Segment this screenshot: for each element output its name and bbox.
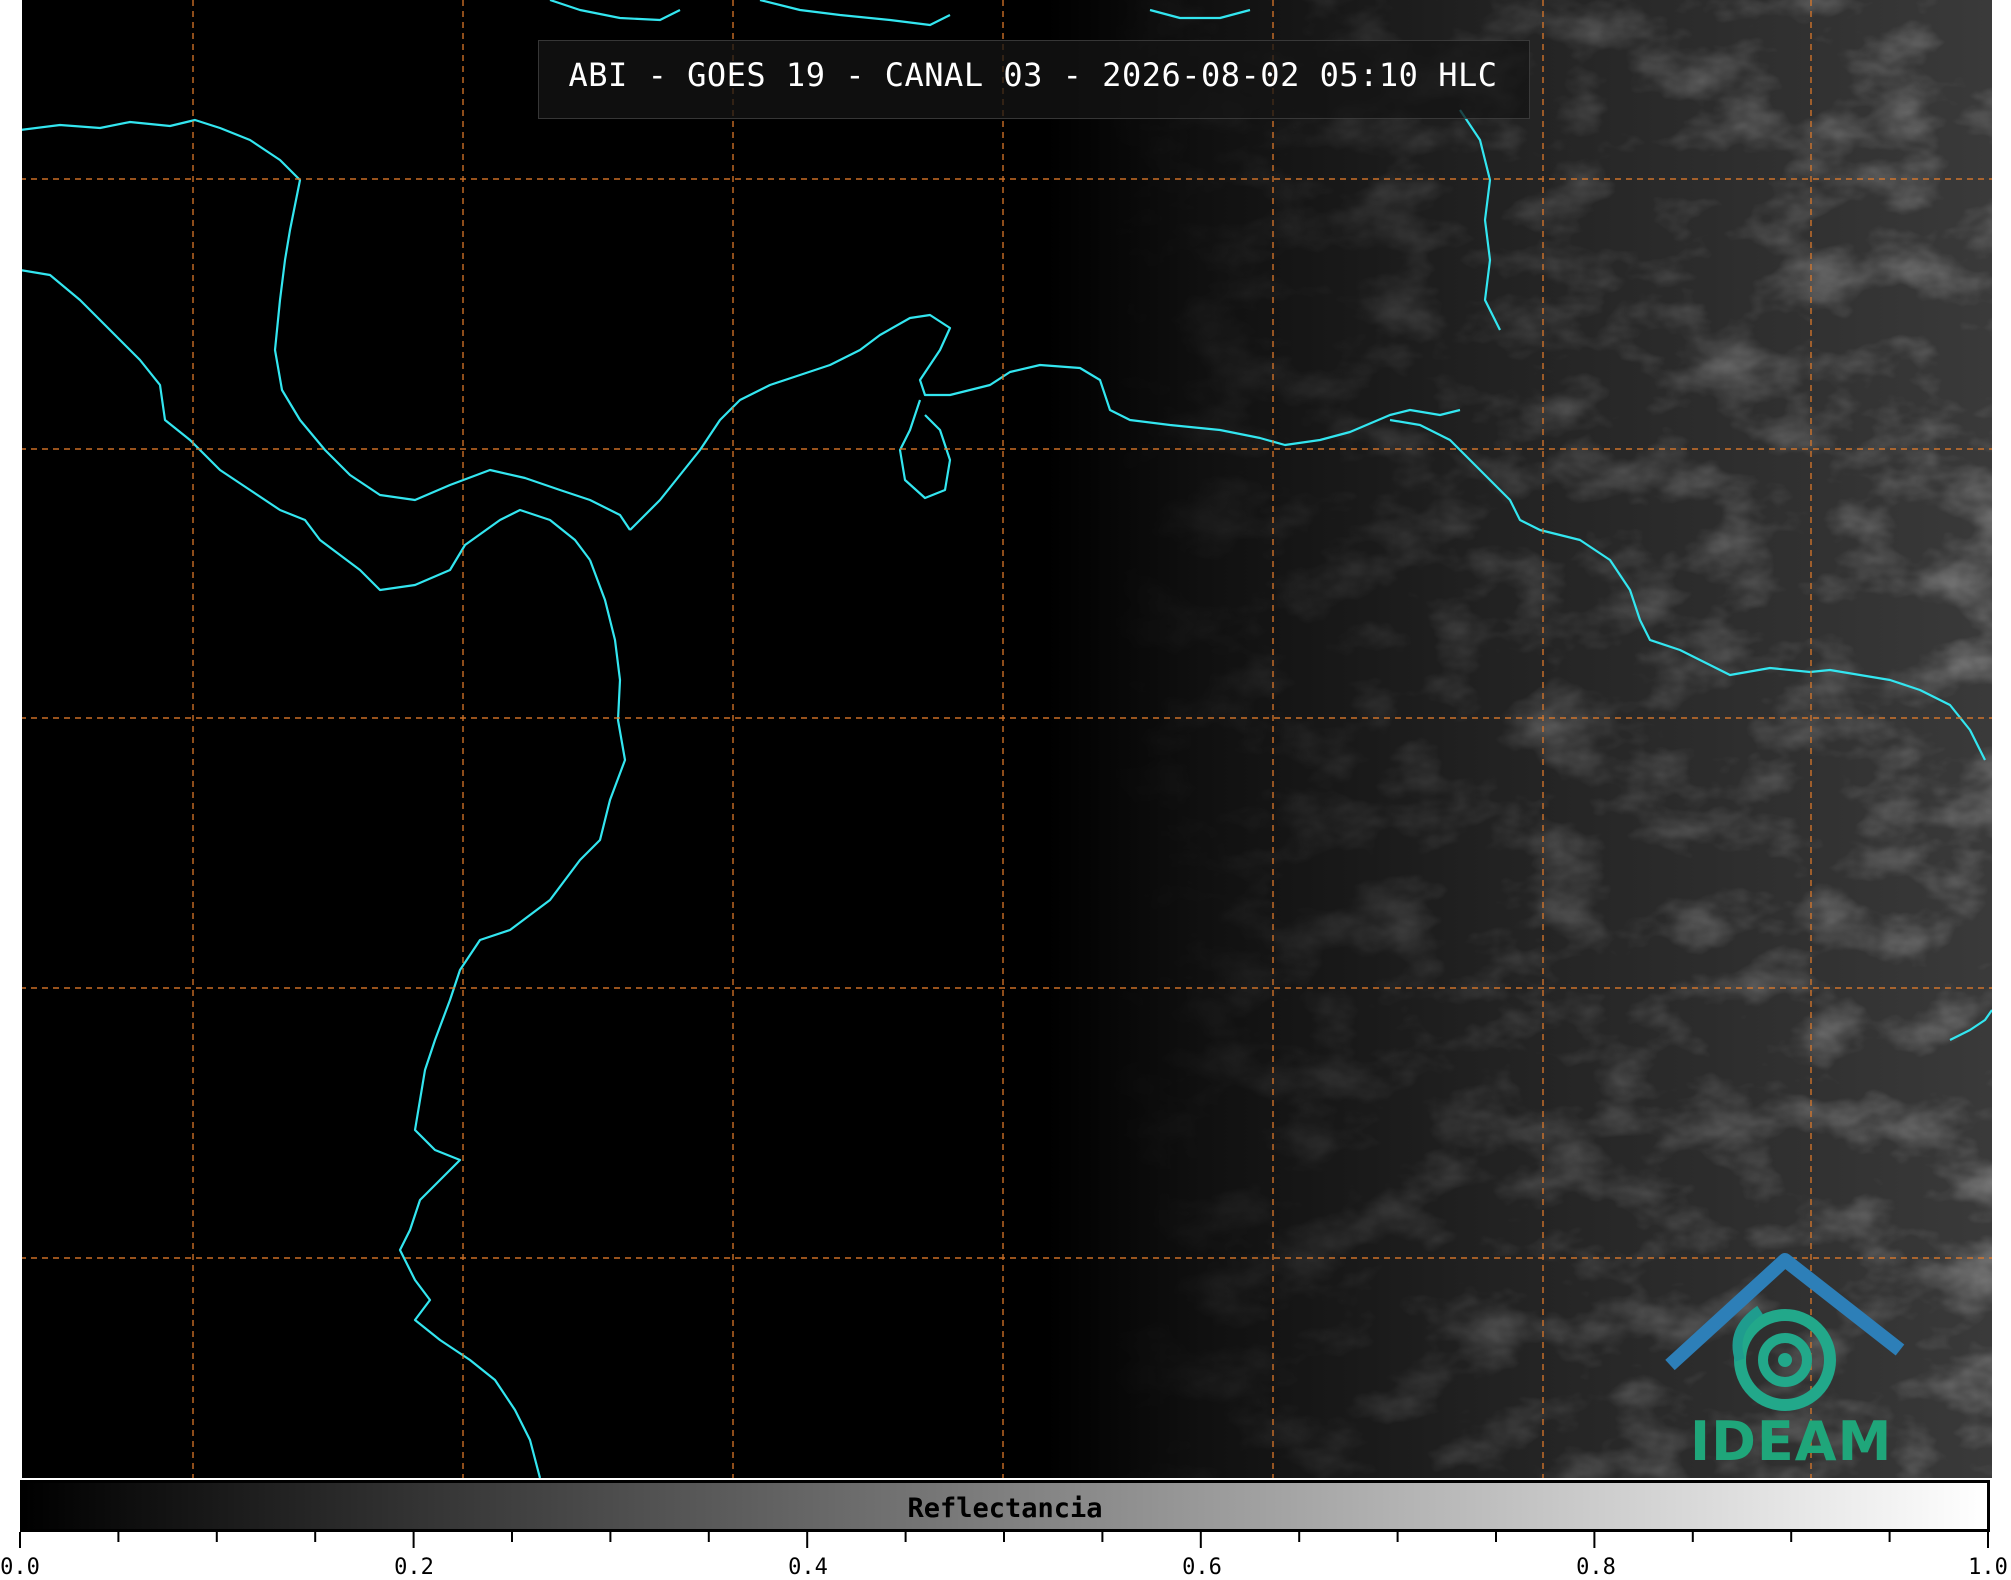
colorbar-label: Reflectancia [907, 1493, 1103, 1524]
colorbar-tick-label: 0.8 [1576, 1555, 1616, 1580]
colorbar-tick-label: 0.0 [0, 1555, 40, 1580]
colorbar-tick-label: 0.2 [394, 1555, 434, 1580]
ideam-logo-text: IDEAM [1690, 1410, 1893, 1473]
colorbar-tick-label: 0.6 [1182, 1555, 1222, 1580]
colorbar-tick-label: 0.4 [788, 1555, 828, 1580]
colorbar-ticks [19, 1532, 1989, 1548]
colorbar: Reflectancia [20, 1480, 1990, 1532]
map-title: ABI - GOES 19 - CANAL 03 - 2026-08-02 05… [568, 56, 1498, 94]
colorbar-tick-label: 1.0 [1968, 1555, 2008, 1580]
